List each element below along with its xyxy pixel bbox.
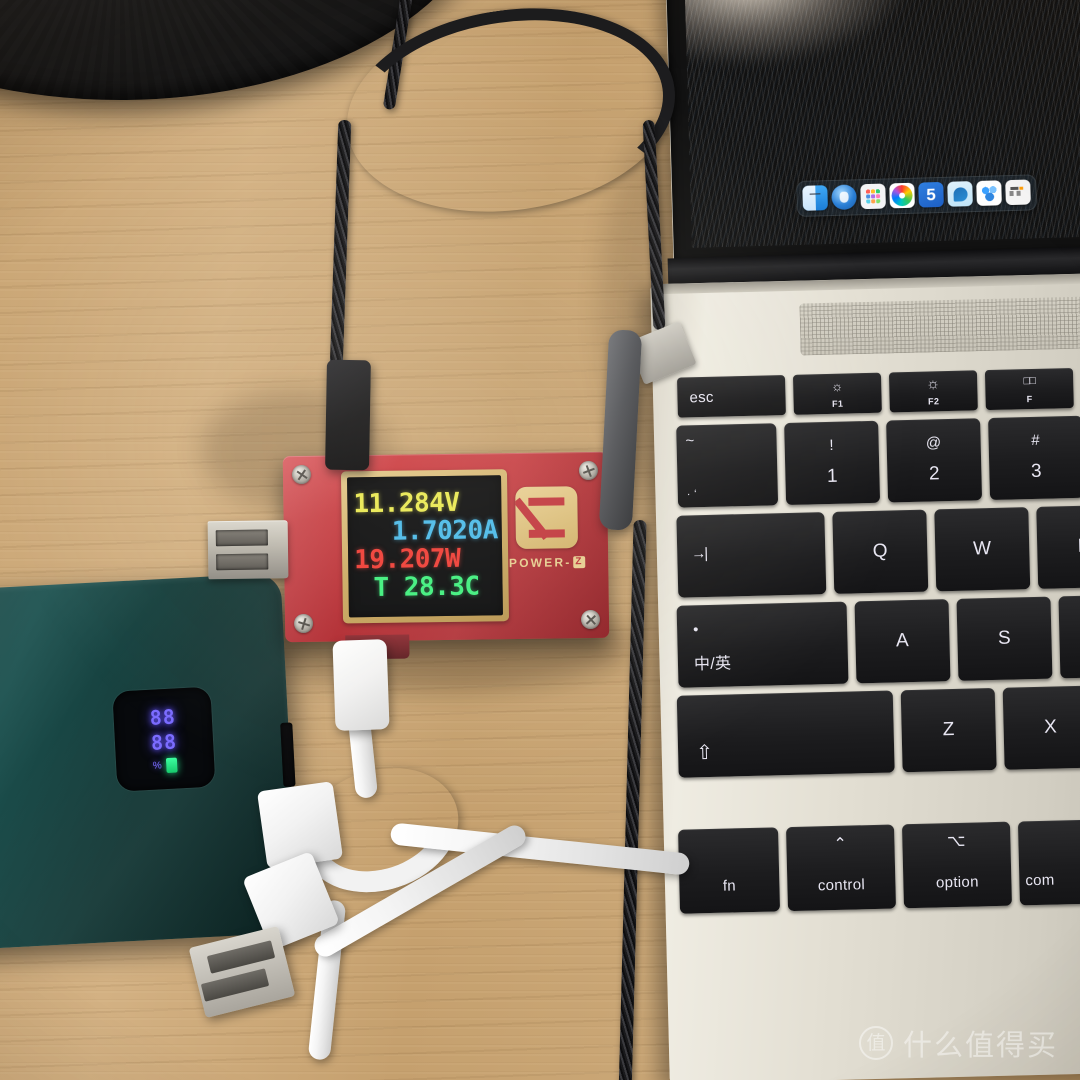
photo-scene: 5 esc ☼ F1 ☼ F2 □□ F ~ · ‘ ! 1 @ 2 # 3 →… bbox=[0, 0, 1080, 1080]
key-f2[interactable]: ☼ F2 bbox=[888, 370, 978, 413]
key-a[interactable]: A bbox=[854, 599, 951, 684]
dock-icon-siri[interactable] bbox=[831, 184, 857, 211]
usb-a-male-connector bbox=[207, 520, 289, 580]
dock-icon-calculator[interactable] bbox=[1005, 179, 1031, 206]
key-x[interactable]: X bbox=[1002, 685, 1080, 770]
key-f1[interactable]: ☼ F1 bbox=[792, 372, 882, 415]
key-d[interactable]: D bbox=[1058, 594, 1080, 679]
usb-a-plug-bottom bbox=[188, 925, 296, 1019]
key-tab[interactable]: →| bbox=[676, 512, 827, 598]
mission-control-icon: □□ bbox=[1023, 374, 1035, 388]
key-fn[interactable]: fn bbox=[678, 827, 781, 914]
key-3[interactable]: # 3 bbox=[988, 415, 1080, 501]
key-command[interactable]: com bbox=[1017, 818, 1080, 906]
screen-glare bbox=[684, 0, 911, 66]
key-f3[interactable]: □□ F bbox=[984, 367, 1074, 411]
brightness-down-icon: ☼ bbox=[830, 378, 844, 394]
battery-icon bbox=[166, 757, 179, 774]
control-caret-icon: ⌃ bbox=[833, 835, 848, 853]
reading-temperature: T 28.3C bbox=[373, 571, 480, 603]
tab-icon: →| bbox=[691, 544, 707, 563]
watermark: 值 什么值得买 bbox=[858, 1022, 1058, 1064]
key-1[interactable]: ! 1 bbox=[784, 420, 881, 506]
key-shift[interactable]: ⇧ bbox=[676, 690, 895, 778]
percent-symbol: % bbox=[152, 760, 163, 772]
brightness-up-icon: ☼ bbox=[925, 375, 941, 393]
smzdm-logo-icon: 值 bbox=[858, 1026, 893, 1060]
key-tilde[interactable]: ~ · ‘ bbox=[676, 423, 779, 508]
key-2[interactable]: @ 2 bbox=[886, 418, 983, 503]
key-esc[interactable]: esc bbox=[676, 375, 786, 418]
black-usbc-plug bbox=[325, 359, 371, 471]
brand-mark: POWER- Z bbox=[507, 486, 586, 570]
lcd-bezel: 11.284V 1.7020A 19.207W T 28.3C bbox=[340, 469, 510, 624]
black-cable-vertical bbox=[329, 119, 352, 371]
dock-icon-sogou[interactable] bbox=[889, 182, 915, 209]
power-z-usb-tester: 11.284V 1.7020A 19.207W T 28.3C POWER- Z bbox=[207, 451, 610, 660]
key-control[interactable]: ⌃ control bbox=[785, 824, 897, 912]
power-bank-digits-bottom: 88 bbox=[150, 729, 178, 755]
speaker-grille bbox=[799, 296, 1080, 356]
dock-icon-baidu-netdisk[interactable] bbox=[976, 180, 1002, 206]
dock-icon-quark[interactable] bbox=[947, 181, 973, 207]
laptop-screen: 5 bbox=[684, 0, 1080, 248]
key-s[interactable]: S bbox=[956, 596, 1053, 681]
macbook: 5 esc ☼ F1 ☼ F2 □□ F ~ · ‘ ! 1 @ 2 # 3 →… bbox=[640, 0, 1080, 1080]
option-icon: ⌥ bbox=[946, 832, 966, 851]
key-option[interactable]: ⌥ option bbox=[901, 821, 1012, 909]
key-q[interactable]: Q bbox=[832, 509, 929, 594]
lcd-screen: 11.284V 1.7020A 19.207W T 28.3C bbox=[347, 475, 503, 618]
caps-indicator-dot: • bbox=[692, 621, 699, 639]
power-bank-digits-top: 88 bbox=[149, 704, 177, 730]
dock-icon-launchpad[interactable] bbox=[860, 183, 886, 210]
keyboard[interactable]: esc ☼ F1 ☼ F2 □□ F ~ · ‘ ! 1 @ 2 # 3 →| … bbox=[655, 366, 1080, 958]
power-bank-display: 88 88 % bbox=[112, 686, 216, 792]
power-z-logo-icon bbox=[515, 486, 579, 550]
key-w[interactable]: W bbox=[934, 507, 1031, 592]
macos-dock[interactable]: 5 bbox=[796, 174, 1038, 218]
key-e[interactable]: E bbox=[1036, 504, 1080, 589]
key-z[interactable]: Z bbox=[900, 687, 997, 773]
dock-icon-finder[interactable] bbox=[802, 185, 828, 211]
white-usbc-plug-top bbox=[332, 639, 390, 731]
key-caps-lock[interactable]: • 中/英 bbox=[676, 601, 849, 688]
shift-arrow-icon: ⇧ bbox=[695, 741, 714, 765]
dock-icon-five-app[interactable]: 5 bbox=[918, 181, 944, 208]
watermark-text: 什么值得买 bbox=[902, 1028, 1058, 1062]
brand-text: POWER- Z bbox=[508, 555, 586, 571]
reading-current: 1.7020A bbox=[391, 515, 498, 547]
power-bank-port bbox=[280, 722, 296, 787]
